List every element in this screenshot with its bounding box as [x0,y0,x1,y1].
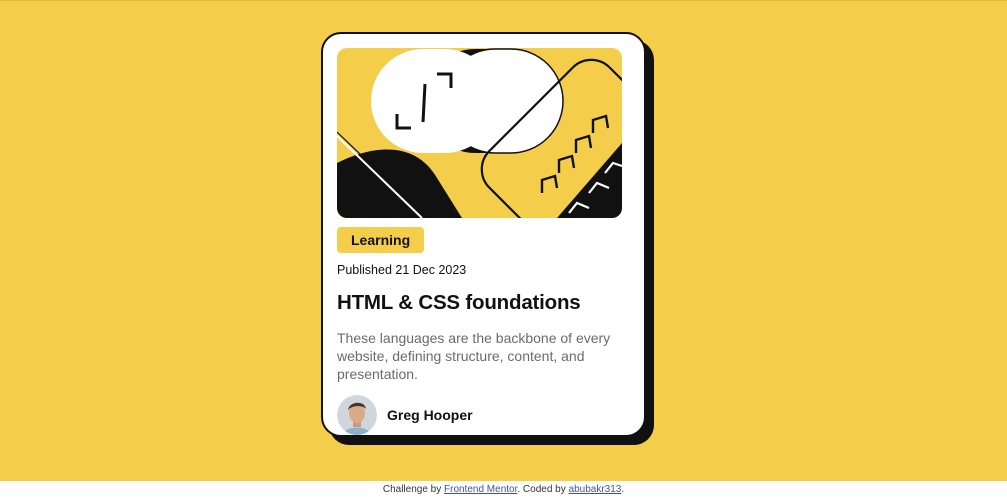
avatar [337,395,377,435]
page-background: Learning Published 21 Dec 2023 HTML & CS… [0,0,1007,481]
card-description: These languages are the backbone of ever… [337,330,611,382]
footer-suffix: . [621,484,625,495]
footer-prefix: Challenge by [382,484,444,495]
attribution-footer: Challenge by Frontend Mentor. Coded by a… [0,481,1007,500]
top-divider [0,0,1007,1]
hero-illustration [337,48,622,218]
card-title[interactable]: HTML & CSS foundations [337,291,630,315]
author-name: Greg Hooper [387,407,473,423]
frontend-mentor-link[interactable]: Frontend Mentor [444,484,517,495]
category-tag: Learning [337,227,425,253]
footer-middle: . Coded by [517,484,569,495]
blog-preview-card: Learning Published 21 Dec 2023 HTML & CS… [321,32,646,437]
published-date: Published 21 Dec 2023 [337,263,467,277]
author-link[interactable]: abubakr313 [569,484,622,495]
author-row: Greg Hooper [337,395,630,435]
